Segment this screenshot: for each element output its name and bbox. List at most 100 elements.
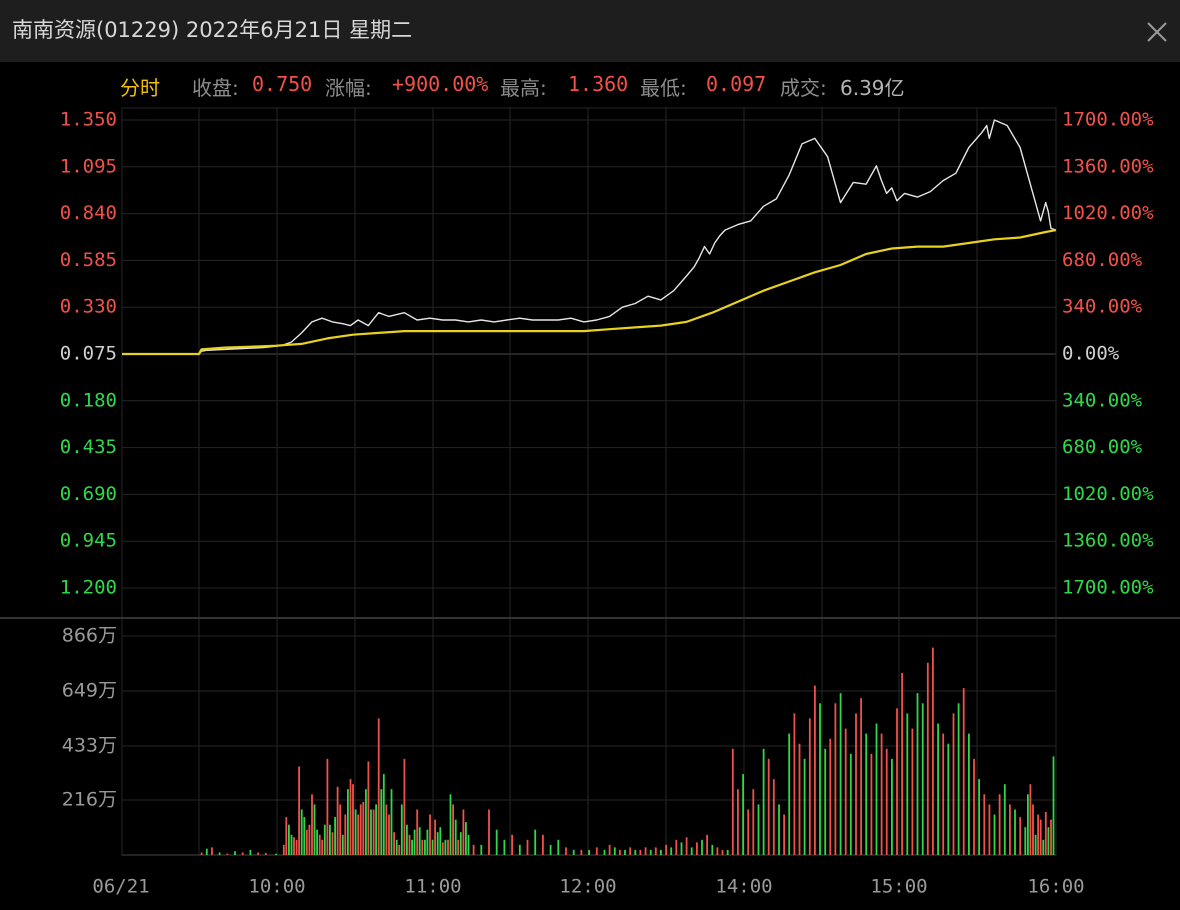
- volume-bar: [757, 804, 760, 855]
- volume-bar: [339, 804, 342, 855]
- y-left-tick: 1.200: [60, 577, 117, 599]
- volume-bar: [488, 809, 490, 855]
- volume-bar: [305, 829, 308, 855]
- volume-bar: [365, 789, 367, 855]
- volume-bar: [896, 708, 898, 855]
- volume-bar: [783, 814, 785, 855]
- volume-bar: [290, 834, 293, 855]
- volume-bar: [1003, 784, 1006, 855]
- volume-bar: [808, 718, 811, 855]
- volume-bar: [670, 847, 673, 855]
- volume-bar: [282, 844, 285, 855]
- volume-bar: [660, 849, 662, 855]
- volume-bar: [413, 829, 416, 855]
- volume-tick: 649万: [62, 680, 117, 702]
- volume-bar: [377, 718, 380, 855]
- volume-bar: [434, 819, 436, 855]
- volume-bar: [321, 839, 324, 855]
- volume-bar: [285, 817, 288, 855]
- y-left-tick: 0.435: [60, 436, 117, 458]
- volume-bar: [1029, 784, 1032, 855]
- volume-bar: [390, 789, 393, 855]
- volume-bar: [549, 844, 552, 855]
- volume-bar: [747, 809, 750, 855]
- volume-bar: [421, 839, 424, 855]
- volume-tick: 866万: [62, 625, 117, 647]
- volume-bar: [403, 758, 406, 855]
- volume-bar: [385, 804, 388, 855]
- volume-bar: [395, 839, 398, 855]
- y-left-tick: 0.840: [60, 202, 117, 224]
- y-right-tick: 340.00%: [1062, 296, 1143, 318]
- volume-bar: [311, 794, 313, 855]
- volume-bar: [257, 852, 259, 855]
- volume-bar: [542, 834, 544, 855]
- volume-bar: [362, 801, 365, 855]
- volume-bar: [926, 662, 929, 855]
- volume-bar: [316, 829, 318, 855]
- volume-bar: [429, 814, 431, 855]
- volume-bar: [382, 774, 385, 855]
- volume-bar: [454, 819, 457, 855]
- volume-bar: [1034, 834, 1037, 855]
- volume-bar: [937, 723, 939, 855]
- volume-bar: [1044, 812, 1047, 855]
- volume-bar: [772, 779, 775, 855]
- y-right-tick: 680.00%: [1062, 436, 1143, 458]
- volume-bar: [865, 733, 868, 855]
- volume-bar: [1039, 819, 1042, 855]
- y-left-tick: 0.075: [60, 343, 117, 365]
- volume-bar: [911, 728, 914, 855]
- volume-bar: [639, 849, 642, 855]
- volume-bar: [526, 839, 529, 855]
- volume-bar: [418, 827, 421, 855]
- volume-bar: [408, 834, 411, 855]
- volume-bar: [978, 779, 980, 855]
- volume-bar: [416, 809, 419, 855]
- volume-bar: [441, 842, 444, 855]
- volume-bar: [200, 852, 203, 855]
- volume-bar: [860, 698, 862, 855]
- volume-bar: [308, 824, 311, 855]
- volume-bar: [459, 832, 462, 855]
- volume-bar: [431, 839, 434, 855]
- x-tick: 12:00: [559, 876, 616, 898]
- volume-bar: [839, 693, 842, 855]
- volume-bar: [398, 844, 401, 855]
- volume-bar: [1042, 839, 1045, 855]
- volume-bar: [654, 847, 657, 855]
- volume-bar: [716, 847, 719, 855]
- volume-bar: [762, 748, 765, 855]
- y-right-tick: 1700.00%: [1062, 109, 1154, 131]
- volume-bar: [424, 839, 426, 855]
- volume-bar: [349, 779, 352, 855]
- y-right-tick: 340.00%: [1062, 389, 1143, 411]
- x-tick: 06/21: [92, 876, 149, 898]
- volume-bar: [624, 849, 626, 855]
- volume-bar: [983, 794, 986, 855]
- volume-bar: [998, 794, 1001, 855]
- volume-bar: [942, 733, 945, 855]
- volume-bar: [973, 758, 975, 855]
- volume-bar: [793, 713, 796, 855]
- volume-bar: [288, 824, 290, 855]
- volume-bar: [557, 839, 560, 855]
- volume-bar: [452, 804, 454, 855]
- volume-bar: [518, 844, 521, 855]
- volume-bar: [218, 852, 221, 855]
- volume-bar: [957, 703, 960, 855]
- volume-bar: [1050, 819, 1052, 855]
- x-tick: 10:00: [248, 876, 305, 898]
- y-right-tick: 1360.00%: [1062, 155, 1154, 177]
- volume-bar: [303, 817, 306, 855]
- y-right-tick: 680.00%: [1062, 249, 1143, 271]
- volume-bar: [411, 839, 413, 855]
- volume-bar: [690, 847, 693, 855]
- volume-bar: [329, 824, 331, 855]
- volume-bar: [344, 814, 347, 855]
- volume-bar: [426, 829, 429, 855]
- y-left-tick: 0.690: [60, 483, 117, 505]
- volume-bar: [844, 728, 847, 855]
- volume-bar: [731, 748, 734, 855]
- volume-bar: [447, 839, 449, 855]
